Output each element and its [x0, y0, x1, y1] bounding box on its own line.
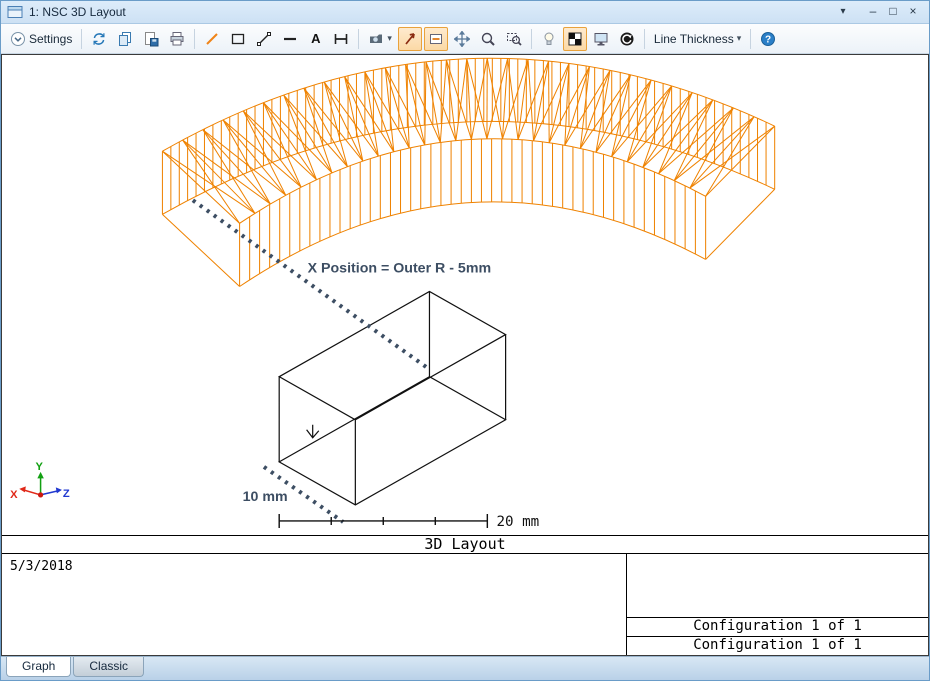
detector-box-wireframe	[279, 291, 505, 504]
configuration-panel: Configuration 1 of 1 Configuration 1 of …	[626, 554, 928, 655]
pan-icon	[454, 31, 470, 47]
axis-z-label: Z	[63, 488, 70, 500]
toolbar-separator	[750, 29, 751, 49]
print-icon	[169, 31, 185, 47]
line-icon	[256, 31, 272, 47]
horizontal-line-tool-button[interactable]	[278, 27, 302, 51]
help-icon: ?	[760, 31, 776, 47]
magnifier-icon	[480, 31, 496, 47]
dimension-tool-button[interactable]	[329, 27, 353, 51]
layout-canvas[interactable]: X Position = Outer R - 5mm 10 mm 20 mm	[2, 55, 928, 535]
plot-date: 5/3/2018	[2, 554, 626, 655]
scale-label: 20 mm	[496, 514, 539, 530]
titlebar: 1: NSC 3D Layout ▾ – □ ×	[1, 1, 929, 24]
x-position-label: X Position = Outer R - 5mm	[308, 260, 491, 276]
caret-down-icon: ▾	[387, 33, 392, 44]
pencil-icon	[204, 31, 220, 47]
rotate-mode-icon	[402, 31, 418, 47]
settings-button[interactable]: Settings	[6, 27, 76, 51]
dim-line-x-position	[193, 200, 429, 368]
pencil-tool-button[interactable]	[200, 27, 224, 51]
dim-10mm-label: 10 mm	[243, 488, 288, 504]
window-icon	[7, 5, 23, 19]
rectangle-icon	[230, 31, 246, 47]
dimension-icon	[333, 31, 349, 47]
zoom-window-button[interactable]	[502, 27, 526, 51]
axis-x-label: X	[10, 489, 18, 501]
close-button[interactable]: ×	[903, 3, 923, 21]
zoom-in-button[interactable]	[476, 27, 500, 51]
checkerboard-button[interactable]	[563, 27, 587, 51]
horizontal-line-icon	[282, 31, 298, 47]
caret-down-icon: ▾	[737, 33, 742, 44]
configuration-line: Configuration 1 of 1	[627, 617, 928, 636]
plot-footer: 5/3/2018 Configuration 1 of 1 Configurat…	[2, 554, 928, 655]
checkerboard-icon	[567, 31, 583, 47]
tab-classic[interactable]: Classic	[73, 657, 144, 677]
save-icon	[143, 31, 159, 47]
configuration-spacer	[627, 554, 928, 617]
text-tool-icon: A	[311, 31, 320, 46]
toolbar-separator	[194, 29, 195, 49]
settings-label: Settings	[29, 32, 72, 46]
rotate-mode-button[interactable]	[398, 27, 422, 51]
toolbar: Settings A ▾ Line Thickness ▾	[1, 24, 929, 54]
save-button[interactable]	[139, 27, 163, 51]
copy-button[interactable]	[113, 27, 137, 51]
print-button[interactable]	[165, 27, 189, 51]
animate-button[interactable]	[615, 27, 639, 51]
tab-graph[interactable]: Graph	[6, 657, 71, 677]
monitor-icon	[593, 31, 609, 47]
scale-bar	[279, 514, 487, 528]
configuration-line: Configuration 1 of 1	[627, 636, 928, 655]
toolbar-separator	[531, 29, 532, 49]
lightbulb-button[interactable]	[537, 27, 561, 51]
refresh-icon	[91, 31, 107, 47]
line-thickness-label: Line Thickness	[654, 32, 734, 46]
maximize-button[interactable]: □	[883, 3, 903, 21]
nsc-3d-layout-window: 1: NSC 3D Layout ▾ – □ × Settings A	[0, 0, 930, 681]
toolbar-separator	[358, 29, 359, 49]
help-button[interactable]: ?	[756, 27, 780, 51]
toolbar-separator	[644, 29, 645, 49]
copy-icon	[117, 31, 133, 47]
tabstrip: Graph Classic	[1, 656, 929, 680]
rectangle-tool-button[interactable]	[226, 27, 250, 51]
text-tool-button[interactable]: A	[304, 27, 327, 51]
axis-y-label: Y	[36, 461, 44, 473]
line-thickness-button[interactable]: Line Thickness ▾	[650, 27, 745, 51]
camera-icon	[368, 31, 384, 47]
pan-button[interactable]	[450, 27, 474, 51]
refresh-button[interactable]	[87, 27, 111, 51]
line-tool-button[interactable]	[252, 27, 276, 51]
toolbar-separator	[81, 29, 82, 49]
zoom-mode-icon	[428, 31, 444, 47]
plot-title: 3D Layout	[2, 535, 928, 554]
animate-icon	[619, 31, 635, 47]
plot-area: X Position = Outer R - 5mm 10 mm 20 mm	[1, 54, 929, 656]
lightbulb-icon	[541, 31, 557, 47]
minimize-button[interactable]: –	[863, 3, 883, 21]
zoom-mode-button[interactable]	[424, 27, 448, 51]
view-orientation-button[interactable]: ▾	[364, 27, 396, 51]
zoom-window-icon	[506, 31, 522, 47]
settings-chevron-icon	[10, 31, 26, 47]
window-dropdown-button[interactable]: ▾	[833, 3, 853, 21]
svg-text:?: ?	[765, 34, 771, 45]
window-title: 1: NSC 3D Layout	[29, 5, 126, 19]
axis-triad: X Y Z	[10, 461, 70, 501]
ray-marker	[307, 425, 319, 438]
monitor-button[interactable]	[589, 27, 613, 51]
toroidal-lens-wireframe	[162, 58, 774, 286]
